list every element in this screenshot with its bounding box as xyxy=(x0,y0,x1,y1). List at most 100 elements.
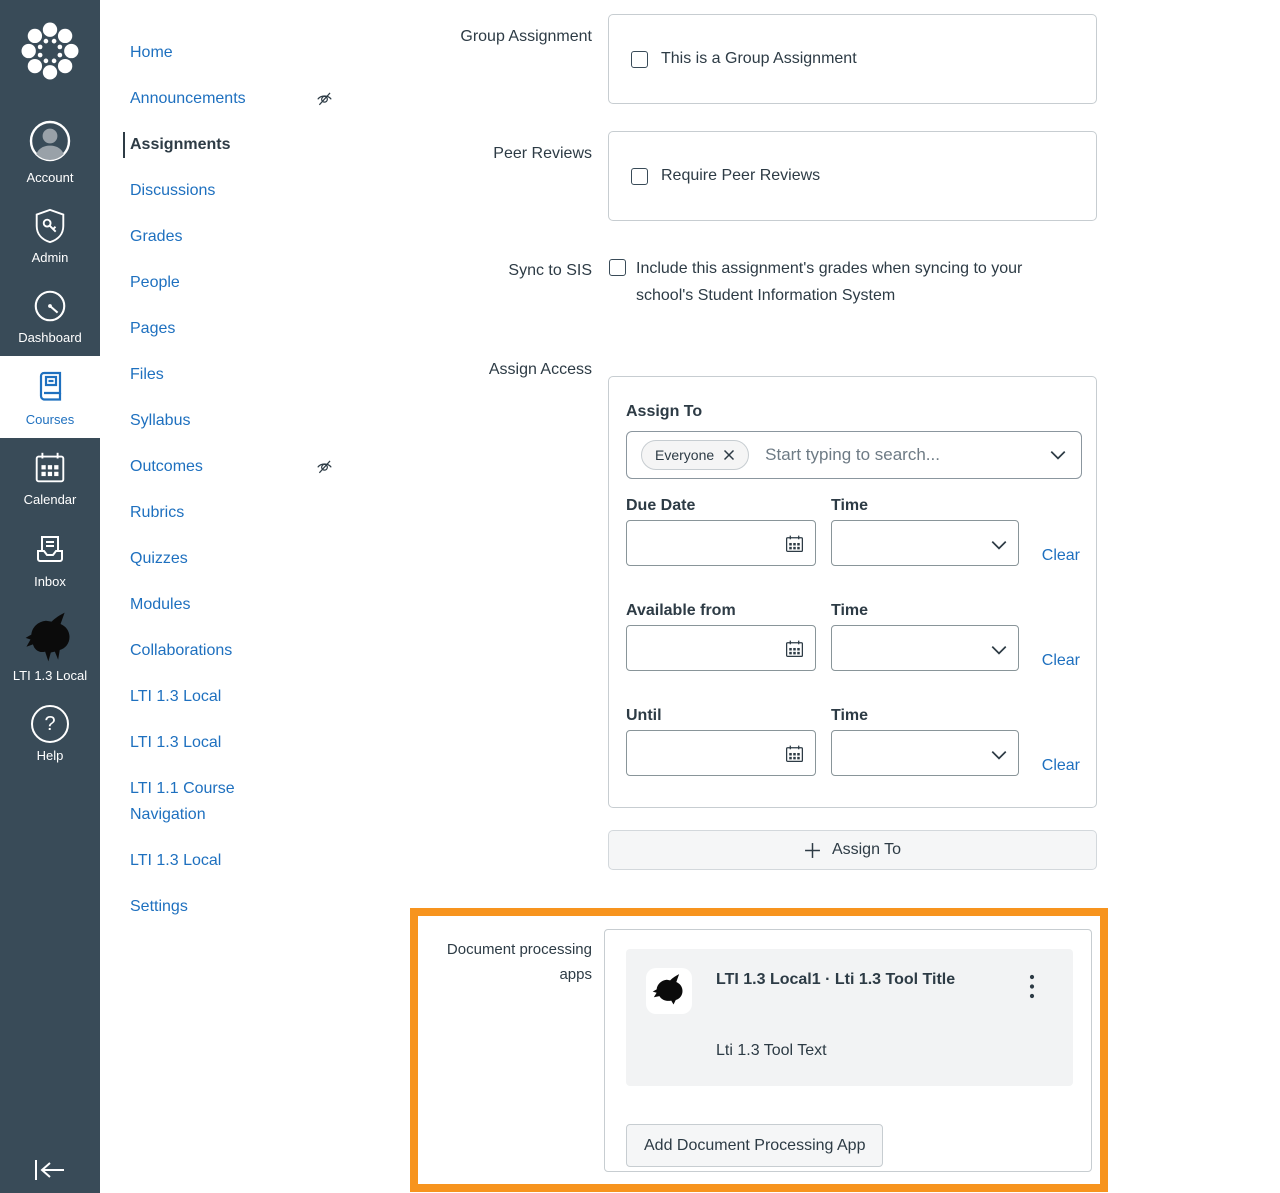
course-nav-label: Home xyxy=(130,44,173,61)
collapse-arrow-icon xyxy=(35,1160,64,1180)
sidebar-item-help[interactable]: ? Help xyxy=(0,694,100,774)
course-nav-lti-11-course-navigation[interactable]: LTI 1.1 Course Navigation xyxy=(130,776,292,828)
calendar-picker-icon[interactable] xyxy=(784,743,805,769)
inbox-icon xyxy=(37,536,63,562)
add-assign-to-button-label: Assign To xyxy=(831,841,902,858)
time-heading: Time xyxy=(831,497,869,514)
course-nav-rubrics[interactable]: Rubrics xyxy=(130,500,292,526)
kebab-menu-icon[interactable] xyxy=(1029,973,1035,1001)
due-date-input[interactable] xyxy=(626,520,816,566)
document-processing-label: Document processing apps xyxy=(446,941,592,983)
course-nav-modules[interactable]: Modules xyxy=(130,592,292,618)
assign-to-combobox[interactable]: Everyone xyxy=(626,431,1082,479)
course-nav-grades[interactable]: Grades xyxy=(130,224,292,250)
until-date-input[interactable] xyxy=(626,730,816,776)
hidden-eye-icon xyxy=(315,457,334,485)
calendar-picker-icon[interactable] xyxy=(784,638,805,664)
available-from-date-input[interactable] xyxy=(626,625,816,671)
canvas-logo[interactable] xyxy=(0,0,100,106)
sidebar-item-label: Account xyxy=(26,170,74,185)
course-nav-lti-13-local-3[interactable]: LTI 1.3 Local xyxy=(130,848,292,874)
add-document-processing-app-label: Add Document Processing App xyxy=(644,1136,866,1154)
sidebar-item-admin[interactable]: Admin xyxy=(0,196,100,276)
unicorn-icon xyxy=(25,612,70,662)
sidebar-item-courses[interactable]: Courses xyxy=(0,356,100,438)
canvas-logo-icon xyxy=(21,22,79,80)
course-nav-settings[interactable]: Settings xyxy=(130,894,292,920)
unicorn-icon xyxy=(652,974,683,1005)
plus-icon xyxy=(805,842,820,858)
remove-everyone-icon[interactable] xyxy=(723,449,735,461)
course-nav-lti-13-local-1[interactable]: LTI 1.3 Local xyxy=(130,684,292,710)
course-nav-label: Files xyxy=(130,366,164,383)
sidebar-item-lti-13-local[interactable]: LTI 1.3 Local xyxy=(0,600,100,694)
course-nav-label: LTI 1.1 Course Navigation xyxy=(130,780,235,823)
sync-to-sis-checkbox-label: Include this assignment's grades when sy… xyxy=(636,260,1023,304)
due-date-clear-link[interactable]: Clear xyxy=(1042,547,1080,565)
until-clear-link[interactable]: Clear xyxy=(1042,757,1080,775)
sync-to-sis-checkbox[interactable] xyxy=(609,259,626,276)
tool-description: Lti 1.3 Tool Text xyxy=(716,1042,827,1059)
course-nav-people[interactable]: People xyxy=(130,270,292,296)
peer-reviews-label: Peer Reviews xyxy=(493,145,592,162)
assign-access-card: Assign To Everyone Due Date Time xyxy=(608,376,1097,808)
due-time-select[interactable] xyxy=(831,520,1019,566)
collapse-sidebar-button[interactable] xyxy=(0,1157,100,1183)
assign-to-search-input[interactable] xyxy=(763,444,1035,466)
sidebar-item-label: Dashboard xyxy=(18,330,82,345)
course-nav-label: Syllabus xyxy=(130,412,191,429)
peer-reviews-checkbox[interactable] xyxy=(631,167,648,185)
global-nav-sidebar: Account Admin Dashboard Courses Calendar… xyxy=(0,0,100,1193)
course-nav-outcomes[interactable]: Outcomes xyxy=(130,454,332,480)
course-nav-label: Outcomes xyxy=(130,458,203,475)
sidebar-item-label: Help xyxy=(36,748,64,763)
peer-reviews-panel: Require Peer Reviews xyxy=(608,131,1097,221)
course-nav-pages[interactable]: Pages xyxy=(130,316,292,342)
course-nav-announcements[interactable]: Announcements xyxy=(130,86,332,112)
until-time-select[interactable] xyxy=(831,730,1019,776)
sidebar-item-dashboard[interactable]: Dashboard xyxy=(0,276,100,356)
course-nav-label: Quizzes xyxy=(130,550,188,567)
chevron-down-icon[interactable] xyxy=(1049,446,1067,464)
sidebar-item-label: LTI 1.3 Local xyxy=(12,668,88,683)
calendar-picker-icon[interactable] xyxy=(784,533,805,559)
sidebar-item-label: Calendar xyxy=(23,492,77,507)
group-assignment-checkbox[interactable] xyxy=(631,50,648,68)
everyone-tag-label: Everyone xyxy=(655,447,715,463)
sidebar-item-account[interactable]: Account xyxy=(0,106,100,196)
course-nav-label: Collaborations xyxy=(130,642,233,659)
course-nav-syllabus[interactable]: Syllabus xyxy=(130,408,292,434)
sidebar-item-calendar[interactable]: Calendar xyxy=(0,438,100,518)
chevron-down-icon xyxy=(990,536,1008,559)
course-nav-discussions[interactable]: Discussions xyxy=(130,178,292,204)
course-nav-home[interactable]: Home xyxy=(130,40,292,66)
document-processing-highlight: Document processing apps LTI 1.3 Local1 … xyxy=(410,908,1108,1192)
course-nav-assignments[interactable]: Assignments xyxy=(123,132,292,158)
sidebar-item-inbox[interactable]: Inbox xyxy=(0,518,100,600)
group-assignment-panel: This is a Group Assignment xyxy=(608,14,1097,104)
course-nav-label: Discussions xyxy=(130,182,216,199)
course-nav-label: LTI 1.3 Local xyxy=(130,852,222,869)
course-nav-label: Rubrics xyxy=(130,504,185,521)
hidden-eye-icon xyxy=(315,89,334,117)
course-nav-quizzes[interactable]: Quizzes xyxy=(130,546,292,572)
due-date-heading: Due Date xyxy=(626,497,696,514)
course-nav-collaborations[interactable]: Collaborations xyxy=(130,638,292,664)
add-assign-to-button[interactable]: Assign To xyxy=(608,830,1097,870)
add-document-processing-app-button[interactable]: Add Document Processing App xyxy=(626,1124,884,1167)
tool-title: LTI 1.3 Local1 · Lti 1.3 Tool Title xyxy=(716,971,956,988)
available-from-time-select[interactable] xyxy=(831,625,1019,671)
chevron-down-icon xyxy=(990,746,1008,769)
available-from-clear-link[interactable]: Clear xyxy=(1042,652,1080,670)
book-icon xyxy=(39,371,62,401)
calendar-icon xyxy=(35,452,65,483)
course-nav-label: Pages xyxy=(130,320,176,337)
avatar-icon xyxy=(29,120,71,162)
course-nav-lti-13-local-2[interactable]: LTI 1.3 Local xyxy=(130,730,292,756)
course-nav-label: Grades xyxy=(130,228,183,245)
group-assignment-label: Group Assignment xyxy=(460,28,592,45)
sync-to-sis-label: Sync to SIS xyxy=(508,262,592,279)
course-nav-files[interactable]: Files xyxy=(130,362,292,388)
sidebar-item-label: Inbox xyxy=(34,574,66,589)
course-nav-label: LTI 1.3 Local xyxy=(130,734,222,751)
